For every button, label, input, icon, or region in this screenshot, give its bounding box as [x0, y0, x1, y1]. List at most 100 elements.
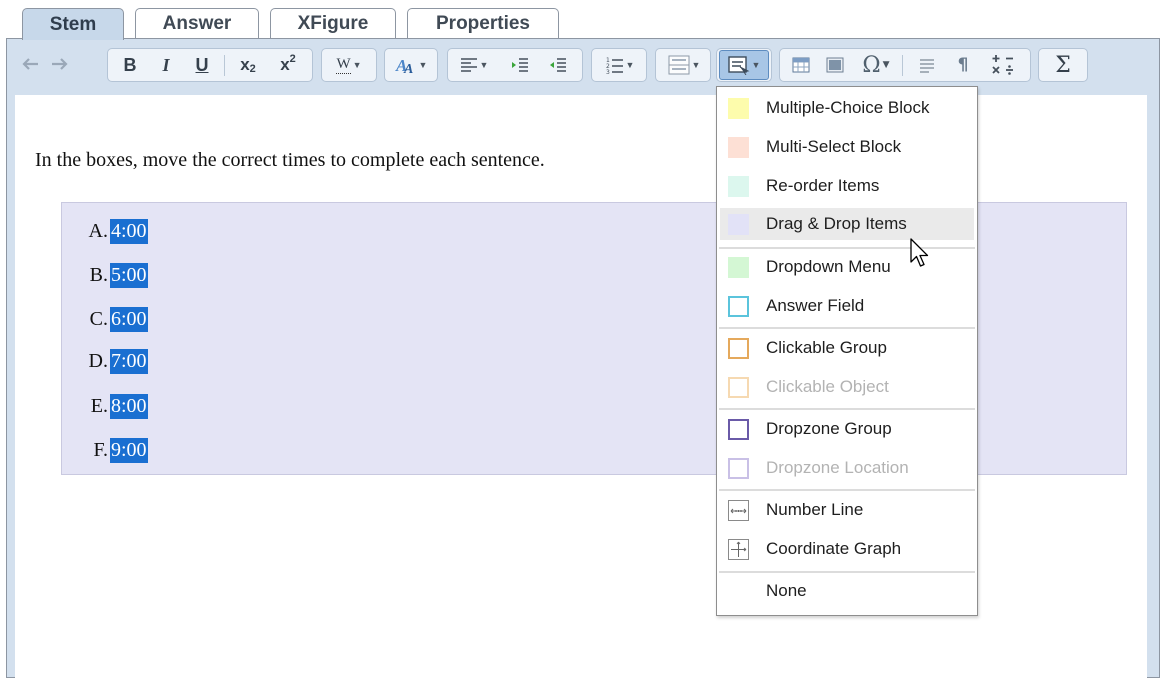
font-style-button[interactable]: W ▼ [326, 50, 372, 80]
text-color-icon: A A [395, 56, 413, 75]
option-value[interactable]: 5:00 [110, 262, 148, 288]
numbered-list-icon: 1 2 3 [606, 57, 623, 74]
menu-item-clickable-group[interactable]: Clickable Group [720, 332, 974, 364]
mouse-pointer-icon [910, 238, 929, 267]
mint-swatch-icon [728, 176, 749, 197]
chevron-down-icon: ▼ [418, 60, 428, 70]
sigma-icon: Σ [1055, 52, 1071, 78]
chevron-down-icon: ▼ [479, 60, 489, 70]
menu-item-multi-select-block[interactable]: Multi-Select Block [720, 131, 974, 163]
text-color-button[interactable]: A A ▼ [389, 50, 433, 80]
insert-group: Ω ▼ ¶ [779, 48, 1031, 82]
tab-properties[interactable]: Properties [407, 8, 559, 39]
menu-item-label: Dropzone Group [766, 419, 892, 438]
svg-text:A: A [403, 62, 413, 75]
stem-instruction: In the boxes, move the correct times to … [35, 149, 545, 171]
menu-item-re-order-items[interactable]: Re-order Items [720, 170, 974, 202]
option-value[interactable]: 6:00 [110, 306, 148, 332]
image-icon [826, 57, 844, 73]
light-purple-outline-swatch-icon [728, 458, 749, 479]
number-line-icon [728, 500, 749, 521]
editor-frame: B I U x2 x2 W ▼ A A ▼ ▼ 1 2 3 ▼ ▼ ▼ Ω ▼ … [6, 38, 1160, 695]
option-value[interactable]: 9:00 [110, 437, 148, 463]
menu-item-none[interactable]: None [720, 575, 974, 607]
numbered-list-button[interactable]: 1 2 3 ▼ [598, 50, 642, 80]
text-color-group: A A ▼ [384, 48, 438, 82]
show-blocks-button[interactable]: ¶ [950, 50, 976, 80]
format-group: B I U x2 x2 [107, 48, 313, 82]
interaction-type-menu: Multiple-Choice Block Multi-Select Block… [716, 86, 978, 616]
menu-item-dropzone-location: Dropzone Location [720, 452, 974, 484]
toolbar-separator [224, 55, 225, 76]
image-button[interactable] [822, 50, 848, 80]
menu-item-drag-drop-items[interactable]: Drag & Drop Items [720, 208, 974, 240]
menu-item-dropzone-group[interactable]: Dropzone Group [720, 413, 974, 445]
paragraph-lines-icon [920, 59, 934, 73]
option-letter: A. [88, 219, 108, 242]
math-operators-button[interactable] [986, 50, 1020, 80]
option-value[interactable]: 7:00 [110, 348, 148, 374]
table-button[interactable] [788, 50, 814, 80]
green-swatch-icon [728, 257, 749, 278]
paragraph-format-button[interactable] [914, 50, 940, 80]
omega-icon: Ω [862, 52, 881, 78]
bold-button[interactable]: B [118, 50, 142, 80]
special-char-button[interactable]: Ω ▼ [856, 50, 896, 80]
menu-item-multiple-choice-block[interactable]: Multiple-Choice Block [720, 92, 974, 124]
menu-item-answer-field[interactable]: Answer Field [720, 290, 974, 322]
equation-group: Σ [1038, 48, 1088, 82]
interaction-button[interactable]: ▼ [719, 50, 769, 80]
table-icon [792, 57, 810, 73]
menu-item-coordinate-graph[interactable]: Coordinate Graph [720, 533, 974, 565]
option-row: F. 9:00 [76, 436, 148, 464]
editor-toolbar: B I U x2 x2 W ▼ A A ▼ ▼ 1 2 3 ▼ ▼ ▼ Ω ▼ … [7, 39, 1159, 95]
tab-xfigure[interactable]: XFigure [270, 8, 396, 39]
menu-item-label: Multiple-Choice Block [766, 98, 930, 117]
equation-button[interactable]: Σ [1044, 50, 1082, 80]
menu-item-label: Dropdown Menu [766, 257, 891, 276]
list-group: 1 2 3 ▼ [591, 48, 647, 82]
parts-button[interactable]: ▼ [662, 50, 706, 80]
menu-item-label: Dropzone Location [766, 458, 909, 477]
purple-outline-swatch-icon [728, 419, 749, 440]
subscript-glyph: x [240, 55, 250, 74]
redo-button[interactable] [47, 49, 71, 79]
italic-button[interactable]: I [154, 50, 178, 80]
menu-divider [719, 327, 975, 329]
font-style-group: W ▼ [321, 48, 377, 82]
menu-item-label: Re-order Items [766, 176, 880, 195]
alignment-group: ▼ [447, 48, 583, 82]
menu-item-label: Multi-Select Block [766, 137, 902, 156]
tab-answer[interactable]: Answer [135, 8, 259, 39]
menu-divider [719, 247, 975, 249]
align-left-icon [460, 58, 477, 72]
light-orange-outline-swatch-icon [728, 377, 749, 398]
option-row: B. 5:00 [76, 261, 148, 289]
pilcrow-icon: ¶ [957, 55, 969, 75]
menu-item-clickable-object: Clickable Object [720, 371, 974, 403]
indent-button[interactable] [506, 50, 534, 80]
yellow-swatch-icon [728, 98, 749, 119]
menu-item-label: Clickable Group [766, 338, 887, 357]
align-button[interactable]: ▼ [456, 50, 492, 80]
math-operators-icon [992, 55, 1013, 75]
underline-button[interactable]: U [190, 50, 214, 80]
indent-icon [512, 58, 528, 72]
option-row: D. 7:00 [76, 347, 148, 375]
subscript-button[interactable]: x2 [232, 50, 264, 80]
undo-button[interactable] [19, 49, 43, 79]
outdent-button[interactable] [544, 50, 572, 80]
menu-item-label: Answer Field [766, 296, 865, 315]
interaction-block-icon [727, 56, 749, 75]
chevron-down-icon: ▼ [352, 60, 362, 70]
tab-stem[interactable]: Stem [22, 8, 124, 40]
menu-divider [719, 408, 975, 410]
chevron-down-icon: ▼ [751, 60, 761, 70]
option-value[interactable]: 8:00 [110, 393, 148, 419]
interaction-group: ▼ [716, 48, 772, 82]
superscript-button[interactable]: x2 [272, 50, 304, 80]
menu-item-dropdown-menu[interactable]: Dropdown Menu [720, 251, 974, 283]
menu-item-number-line[interactable]: Number Line [720, 494, 974, 526]
option-row: E. 8:00 [76, 392, 148, 420]
option-value[interactable]: 4:00 [110, 218, 148, 244]
